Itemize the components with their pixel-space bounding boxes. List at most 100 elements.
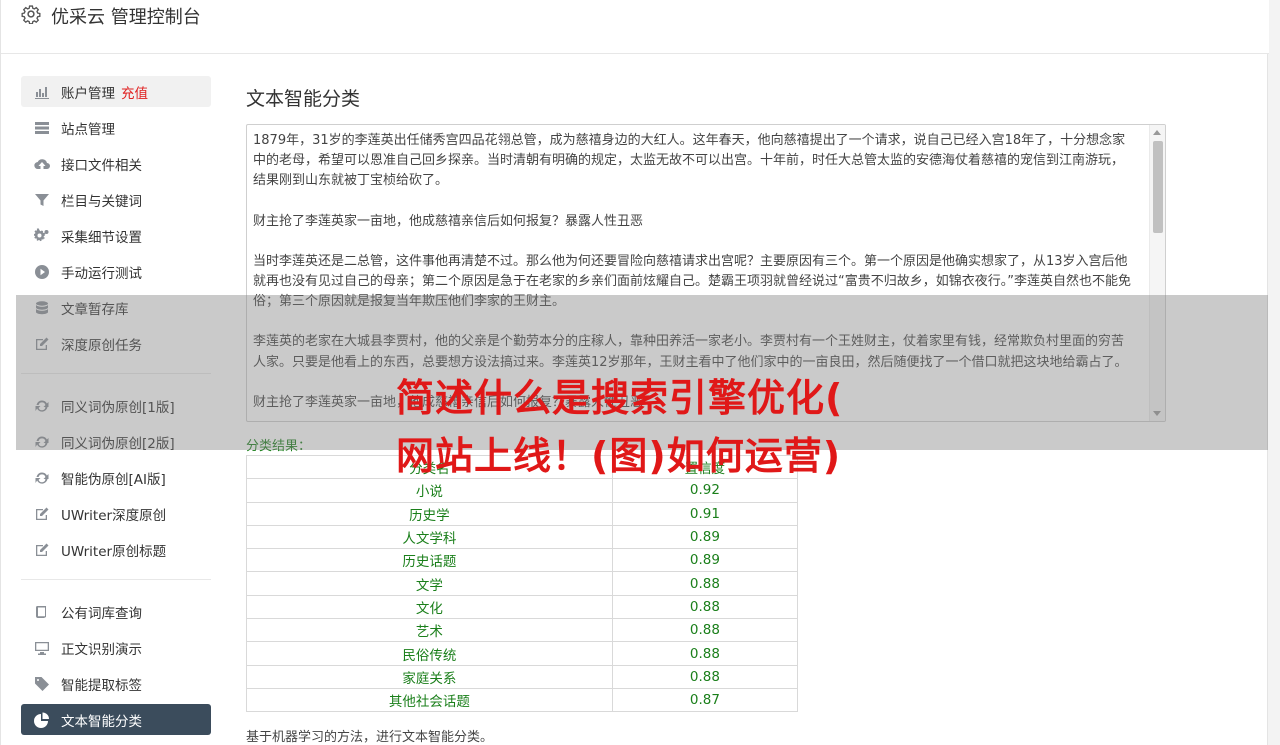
category-name-cell: 历史话题 — [246, 548, 613, 573]
text-paragraph: 财主抢了李莲英家一亩地，他成慈禧亲信后如何报复？暴露人性丑恶 — [253, 213, 644, 229]
sidebar-item-group2-3[interactable]: UWriter深度原创 — [21, 498, 211, 529]
result-label: 分类结果： — [246, 439, 312, 454]
scroll-thumb[interactable] — [1153, 141, 1163, 233]
page-title: 文本智能分类 — [246, 88, 361, 110]
sidebar-item-group3-4[interactable]: 内容相关度检测 — [21, 740, 211, 745]
cogs-icon — [33, 227, 51, 244]
play-circle-icon — [33, 264, 51, 280]
sidebar-item-label: 账户管理 — [61, 85, 115, 102]
pie-chart-icon — [33, 712, 51, 728]
table-row: 民俗传统 0.88 — [246, 641, 799, 666]
sidebar-item-label: 正文识别演示 — [61, 641, 142, 658]
sidebar-item-group1-1[interactable]: 站点管理 — [21, 112, 211, 143]
sidebar-item-group2-0[interactable]: 同义词伪原创[1版] — [21, 390, 211, 421]
sidebar-divider — [21, 579, 211, 580]
sidebar-item-group3-1[interactable]: 正文识别演示 — [21, 632, 211, 663]
category-name-cell: 人文学科 — [246, 524, 613, 550]
sidebar-item-group1-4[interactable]: 采集细节设置 — [21, 220, 211, 251]
sidebar-item-label: 站点管理 — [61, 121, 115, 138]
sidebar-item-group2-1[interactable]: 同义词伪原创[2版] — [21, 426, 211, 457]
category-name-cell: 其他社会话题 — [246, 687, 613, 713]
confidence-cell: 0.88 — [611, 618, 799, 643]
sidebar-item-label: UWriter原创标题 — [61, 543, 167, 560]
bar-chart-icon — [33, 84, 51, 100]
sidebar-item-label: 栏目与关键词 — [61, 193, 142, 210]
sidebar-item-label: 文本智能分类 — [61, 713, 142, 730]
sidebar-divider — [21, 373, 211, 374]
sidebar-item-group1-7[interactable]: 深度原创任务 — [21, 328, 211, 359]
filter-icon — [33, 192, 51, 208]
book-icon — [33, 604, 51, 620]
sidebar-item-label: 深度原创任务 — [61, 337, 142, 354]
confidence-cell: 0.89 — [611, 524, 799, 550]
confidence-cell: 0.88 — [611, 571, 799, 596]
confidence-cell: 0.88 — [611, 664, 799, 689]
sidebar-item-label: 采集细节设置 — [61, 229, 142, 246]
table-row: 家庭关系 0.88 — [246, 664, 799, 689]
sidebar-item-group3-2[interactable]: 智能提取标签 — [21, 668, 211, 699]
server-icon — [33, 120, 51, 136]
sidebar-item-group1-5[interactable]: 手动运行测试 — [21, 256, 211, 287]
sidebar-item-group2-4[interactable]: UWriter原创标题 — [21, 534, 211, 565]
category-name-cell: 民俗传统 — [246, 641, 613, 666]
sidebar-item-group3-3[interactable]: 文本智能分类 — [21, 704, 211, 735]
top-bar: 优采云 管理控制台 — [1, 0, 1269, 54]
refresh-icon — [33, 434, 51, 450]
sidebar-item-label: 文章暂存库 — [61, 301, 129, 318]
sidebar-item-label: 接口文件相关 — [61, 157, 142, 174]
edit-icon — [33, 336, 51, 352]
table-row: 艺术 0.88 — [246, 618, 799, 643]
app-window: 优采云 管理控制台 账户管理 充值站点管理接口文件相关 栏目与关键词 采集细节设置 手动… — [0, 0, 1269, 745]
text-paragraph: 当时李莲英还是二总管，这件事他再清楚不过。那么他为何还要冒险向慈禧请求出宫呢？主… — [253, 253, 1131, 310]
sidebar-item-label: 智能伪原创[AI版] — [61, 471, 166, 488]
app-title: 优采云 管理控制台 — [51, 7, 201, 28]
category-name-cell: 文化 — [246, 594, 613, 620]
sidebar-item-label: 同义词伪原创[1版] — [61, 399, 175, 416]
confidence-cell: 0.88 — [611, 594, 799, 620]
scroll-up-icon[interactable] — [1153, 130, 1161, 135]
scroll-down-icon[interactable] — [1153, 411, 1161, 416]
sidebar-item-group3-0[interactable]: 公有词库查询 — [21, 596, 211, 627]
main-content: 文本智能分类 1879年，31岁的李莲英出任储秀宫四品花翎总管，成为慈禧身边的大… — [246, 84, 1166, 745]
confidence-cell: 0.88 — [611, 641, 799, 666]
edit-icon — [33, 506, 51, 522]
confidence-cell: 0.87 — [611, 687, 799, 713]
cloud-upload-icon — [33, 156, 51, 172]
table-row: 历史话题 0.89 — [246, 548, 799, 573]
monitor-icon — [33, 640, 51, 656]
sidebar-item-group2-2[interactable]: 智能伪原创[AI版] — [21, 462, 211, 493]
database-icon — [33, 300, 51, 316]
category-name-cell: 文学 — [246, 571, 613, 596]
sidebar-item-group1-3[interactable]: 栏目与关键词 — [21, 184, 211, 215]
confidence-cell: 0.91 — [611, 501, 799, 526]
table-row: 其他社会话题 0.87 — [246, 687, 799, 713]
category-name-cell: 艺术 — [246, 618, 613, 643]
text-paragraph: 1879年，31岁的李莲英出任储秀宫四品花翎总管，成为慈禧身边的大红人。这年春天… — [253, 133, 1126, 189]
category-name-cell: 历史学 — [246, 501, 613, 526]
sidebar-item-label: 手动运行测试 — [61, 265, 142, 282]
recharge-link[interactable]: 充值 — [121, 82, 148, 102]
table-row: 文化 0.88 — [246, 594, 799, 620]
category-name-cell: 家庭关系 — [246, 664, 613, 689]
table-row: 历史学 0.91 — [246, 501, 799, 526]
refresh-icon — [33, 398, 51, 414]
sidebar-item-group1-6[interactable]: 文章暂存库 — [21, 292, 211, 323]
gear-icon — [21, 5, 41, 24]
text-paragraph: 李莲英的老家在大城县李贾村，他的父亲是个勤劳本分的庄稼人，靠种田养活一家老小。李… — [253, 334, 1128, 370]
sidebar-item-label: 公有词库查询 — [61, 605, 142, 622]
sidebar-item-label: 智能提取标签 — [61, 677, 142, 694]
sidebar-item-label: 同义词伪原创[2版] — [61, 435, 175, 452]
sidebar-item-group1-2[interactable]: 接口文件相关 — [21, 148, 211, 179]
sidebar-item-label: UWriter深度原创 — [61, 507, 167, 524]
result-table: 分类名 置信度 小说 0.92 历史学 0.91 人文学科 0.89 历史话题 0.89 文学 0… — [246, 454, 799, 713]
refresh-icon — [33, 470, 51, 486]
scrollbar[interactable] — [1149, 125, 1165, 421]
description-note: 基于机器学习的方法，进行文本智能分类。 — [246, 730, 494, 745]
table-row: 文学 0.88 — [246, 571, 799, 596]
sidebar: 账户管理 充值站点管理接口文件相关 栏目与关键词 采集细节设置 手动运行测试 文章暂存库深… — [21, 76, 211, 745]
overlay-title-line: 简述什么是搜索引擎优化( — [396, 376, 844, 420]
overlay-title-line: 网站上线！(图)如何运营) — [396, 434, 842, 478]
table-row: 人文学科 0.89 — [246, 524, 799, 550]
overlay-title: 简述什么是搜索引擎优化( 网站上线！(图)如何运营) — [396, 369, 916, 485]
sidebar-item-group1-0[interactable]: 账户管理 充值 — [21, 76, 211, 107]
